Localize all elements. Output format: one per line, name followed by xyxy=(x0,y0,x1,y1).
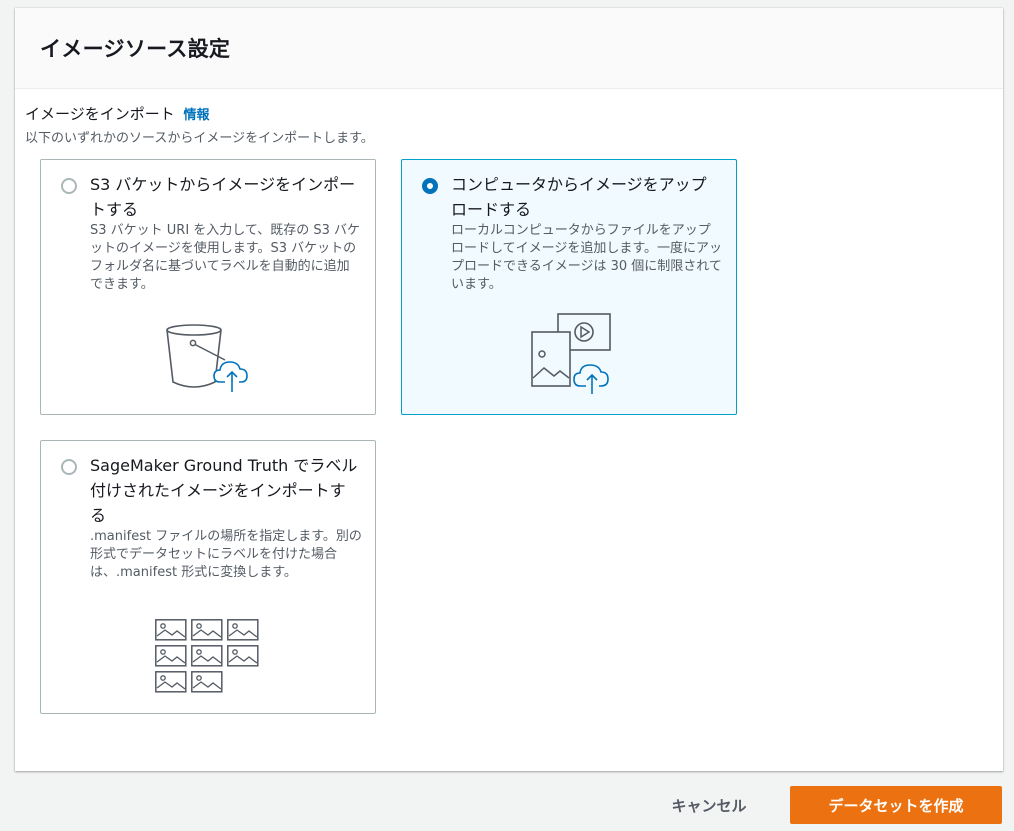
radio-ground-truth[interactable] xyxy=(61,459,77,475)
image-grid-icon xyxy=(155,619,259,693)
option-tile-computer-upload[interactable]: コンピュータからイメージをアップロードする ローカルコンピュータからファイルをア… xyxy=(401,159,737,415)
panel-header: イメージソース設定 xyxy=(15,8,1003,89)
option-tile-s3[interactable]: S3 バケットからイメージをインポートする S3 バケット URI を入力して、… xyxy=(40,159,376,415)
import-label-text: イメージをインポート xyxy=(25,105,175,123)
s3-bucket-upload-icon xyxy=(166,324,248,392)
option-title-s3: S3 バケットからイメージをインポートする xyxy=(90,175,356,219)
info-link[interactable]: 情報 xyxy=(183,108,209,123)
option-desc-ground-truth: .manifest ファイルの場所を指定します。別の形式でデータセットにラベルを… xyxy=(90,529,362,580)
option-desc-s3: S3 バケット URI を入力して、既存の S3 バケットのイメージを使用します… xyxy=(90,223,361,292)
import-section-description: 以下のいずれかのソースからイメージをインポートします。 xyxy=(25,131,374,146)
import-section-label: イメージをインポート 情報 xyxy=(25,103,210,124)
option-desc-computer-upload: ローカルコンピュータからファイルをアップロードしてイメージを追加します。一度にア… xyxy=(451,223,723,292)
option-title-computer-upload: コンピュータからイメージをアップロードする xyxy=(451,175,707,219)
radio-computer-upload[interactable] xyxy=(422,178,438,194)
panel-title: イメージソース設定 xyxy=(40,37,231,61)
option-title-ground-truth: SageMaker Ground Truth でラベル付けされたイメージをインポ… xyxy=(90,456,358,525)
cancel-button[interactable]: キャンセル xyxy=(650,786,768,824)
create-dataset-button[interactable]: データセットを作成 xyxy=(790,786,1002,824)
computer-upload-icon xyxy=(531,313,611,394)
option-tile-ground-truth[interactable]: SageMaker Ground Truth でラベル付けされたイメージをインポ… xyxy=(40,440,376,714)
radio-s3[interactable] xyxy=(61,178,77,194)
